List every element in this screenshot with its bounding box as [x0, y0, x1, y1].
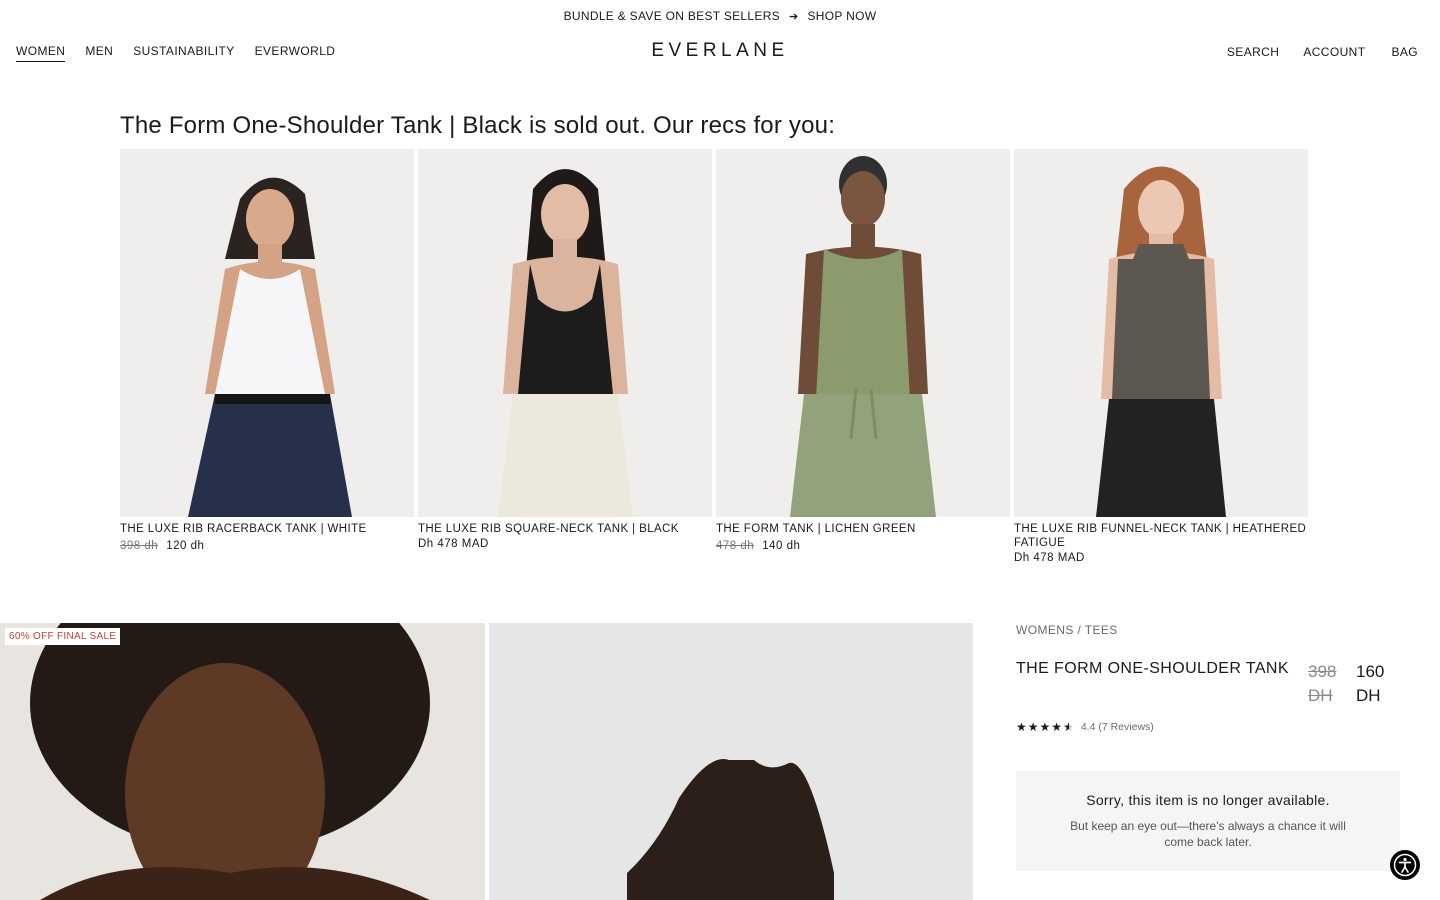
- original-price: 398 DH: [1308, 662, 1337, 705]
- star-icon: ★: [1039, 720, 1051, 734]
- accessibility-icon[interactable]: [1390, 850, 1420, 880]
- rec-card[interactable]: THE LUXE RIB SQUARE-NECK TANK | BLACK Dh…: [418, 149, 712, 564]
- star-icon: ★: [1027, 720, 1039, 734]
- recs-carousel: THE LUXE RIB RACERBACK TANK | WHITE 398 …: [120, 149, 1308, 564]
- arrow-right-icon: ➔: [788, 10, 799, 23]
- rec-sale-price: 120 dh: [166, 540, 205, 552]
- utility-nav: SEARCH ACCOUNT BAG: [1227, 45, 1418, 59]
- product-info: WOMENS / TEES THE FORM ONE-SHOULDER TANK…: [1016, 623, 1400, 871]
- rec-price: Dh 478 MAD: [418, 538, 489, 550]
- rec-name[interactable]: THE LUXE RIB FUNNEL-NECK TANK | HEATHERE…: [1014, 522, 1308, 550]
- unavailable-text: But keep an eye out—there's always a cha…: [1070, 819, 1346, 849]
- review-count[interactable]: 4.4 (7 Reviews): [1081, 721, 1154, 733]
- unavailable-title: Sorry, this item is no longer available.: [1086, 792, 1330, 808]
- account-link[interactable]: ACCOUNT: [1303, 45, 1365, 59]
- rec-old-price: 398 dh: [120, 540, 159, 552]
- product-image-model[interactable]: 60% OFF FINAL SALE: [0, 623, 485, 900]
- sale-badge: 60% OFF FINAL SALE: [5, 628, 121, 645]
- rec-card[interactable]: THE LUXE RIB RACERBACK TANK | WHITE 398 …: [120, 149, 414, 564]
- product-image-flat[interactable]: [489, 623, 973, 900]
- product-title-row: THE FORM ONE-SHOULDER TANK 398 DH 160 DH: [1016, 660, 1400, 710]
- half-star-icon: ★: [1063, 720, 1074, 734]
- promo-text: BUNDLE & SAVE ON BEST SELLERS: [563, 9, 780, 23]
- rec-product-image[interactable]: [716, 149, 1010, 517]
- rec-card[interactable]: THE LUXE RIB FUNNEL-NECK TANK | HEATHERE…: [1014, 149, 1308, 564]
- rec-price: 478 dh 140 dh: [716, 540, 1010, 552]
- rec-name[interactable]: THE LUXE RIB RACERBACK TANK | WHITE: [120, 522, 414, 536]
- site-header: WOMEN MEN SUSTAINABILITY EVERWORLD EVERL…: [0, 32, 1440, 72]
- rec-price: Dh 478 MAD: [1014, 552, 1085, 564]
- rating-row[interactable]: ★ ★ ★ ★ ★ 4.4 (7 Reviews): [1016, 720, 1400, 734]
- rec-product-image[interactable]: [120, 149, 414, 517]
- bag-link[interactable]: BAG: [1391, 45, 1418, 59]
- promo-bar: BUNDLE & SAVE ON BEST SELLERS ➔ SHOP NOW: [0, 0, 1440, 32]
- shop-now-link[interactable]: SHOP NOW: [808, 9, 877, 23]
- rec-old-price: 478 dh: [716, 540, 755, 552]
- rec-price: 398 dh 120 dh: [120, 540, 414, 552]
- star-icon: ★: [1051, 720, 1063, 734]
- star-rating: ★ ★ ★ ★ ★: [1016, 720, 1074, 734]
- star-icon: ★: [1016, 720, 1027, 734]
- breadcrumb[interactable]: WOMENS / TEES: [1016, 623, 1400, 637]
- product-title: THE FORM ONE-SHOULDER TANK: [1016, 660, 1289, 677]
- unavailable-notice: Sorry, this item is no longer available.…: [1016, 771, 1400, 871]
- rec-sale-price: 140 dh: [762, 540, 801, 552]
- rec-product-image[interactable]: [418, 149, 712, 517]
- search-link[interactable]: SEARCH: [1227, 45, 1279, 59]
- rec-product-image[interactable]: [1014, 149, 1308, 517]
- sale-price: 160 DH: [1356, 662, 1385, 705]
- everlane-logo[interactable]: EVERLANE: [0, 40, 1440, 62]
- recs-title: The Form One-Shoulder Tank | Black is so…: [120, 112, 836, 139]
- rec-name[interactable]: THE FORM TANK | LICHEN GREEN: [716, 522, 1010, 536]
- rec-name[interactable]: THE LUXE RIB SQUARE-NECK TANK | BLACK: [418, 522, 712, 536]
- rec-bottom-fill: [188, 394, 352, 517]
- rec-card[interactable]: THE FORM TANK | LICHEN GREEN 478 dh 140 d…: [716, 149, 1010, 564]
